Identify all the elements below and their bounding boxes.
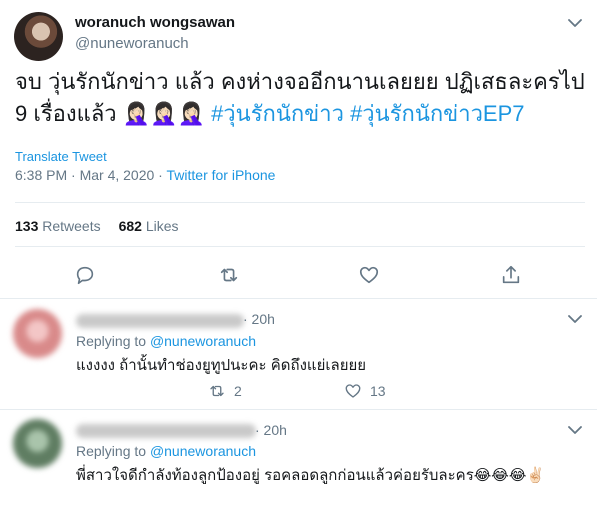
retweets-stat[interactable]: 133 Retweets bbox=[15, 218, 101, 234]
replying-to: Replying to @nuneworanuch bbox=[76, 333, 256, 349]
divider bbox=[15, 202, 585, 203]
tweet-text-plain: 9 เรื่องแล้ว 🤦🏻‍♀️🤦🏻‍♀️🤦🏻‍♀️ bbox=[15, 101, 212, 126]
tweet-text-line-1: จบ วุ่นรักนักข่าว แล้ว คงห่างจออีกนานเลย… bbox=[15, 69, 585, 94]
retweets-count: 133 bbox=[15, 218, 39, 234]
chevron-down-icon[interactable] bbox=[568, 314, 582, 324]
tweet-text: จบ วุ่นรักนักข่าว แล้ว คงห่างจออีกนานเลย… bbox=[15, 66, 585, 130]
likes-count: 682 bbox=[118, 218, 142, 234]
likes-label: Likes bbox=[145, 218, 179, 234]
divider bbox=[15, 246, 585, 247]
reply-time[interactable]: · 20h bbox=[255, 422, 287, 438]
tweet-source[interactable]: Twitter for iPhone bbox=[167, 167, 276, 183]
reply-retweet-count: 2 bbox=[234, 383, 242, 399]
author-avatar[interactable] bbox=[14, 12, 63, 61]
like-icon bbox=[345, 384, 361, 398]
author-handle[interactable]: @nuneworanuch bbox=[75, 35, 189, 52]
reply-text: พี่สาวใจดีกำลังท้องลูกป้องอยู่ รอคลอดลูก… bbox=[76, 467, 546, 484]
like-icon[interactable] bbox=[358, 264, 380, 286]
replying-to: Replying to @nuneworanuch bbox=[76, 443, 256, 459]
reply-avatar[interactable] bbox=[13, 309, 62, 358]
hashtag-link[interactable]: #วุ่นรักนักข่าวEP7 bbox=[350, 101, 524, 126]
retweets-label: Retweets bbox=[42, 218, 101, 234]
translate-tweet-link[interactable]: Translate Tweet bbox=[15, 149, 107, 164]
reply-retweet-action[interactable]: 2 bbox=[208, 382, 242, 400]
reply-avatar[interactable] bbox=[13, 419, 62, 468]
tweet-timestamp[interactable]: 6:38 PM · Mar 4, 2020 bbox=[15, 167, 154, 183]
mention-link[interactable]: @nuneworanuch bbox=[150, 443, 256, 459]
replying-prefix: Replying to bbox=[76, 333, 150, 349]
reply-like-count: 13 bbox=[370, 383, 386, 399]
tweet-meta: 6:38 PM · Mar 4, 2020 · Twitter for iPho… bbox=[15, 167, 275, 183]
retweet-icon[interactable] bbox=[218, 264, 240, 286]
tweet-stats: 133 Retweets 682 Likes bbox=[15, 218, 179, 234]
chevron-down-icon[interactable] bbox=[568, 18, 582, 28]
chevron-down-icon[interactable] bbox=[568, 425, 582, 435]
reply-author-name-blurred[interactable] bbox=[76, 424, 256, 438]
retweet-icon bbox=[210, 385, 224, 397]
meta-separator: · bbox=[154, 167, 167, 183]
divider bbox=[0, 409, 597, 410]
reply-text: แงงงง ถ้านั้นทำช่องยูทูปนะคะ คิดถึงแย่เล… bbox=[76, 357, 367, 374]
share-icon[interactable] bbox=[500, 264, 522, 286]
tweet-text-line-2: 9 เรื่องแล้ว 🤦🏻‍♀️🤦🏻‍♀️🤦🏻‍♀️ #วุ่นรักนัก… bbox=[15, 98, 585, 130]
reply-icon[interactable] bbox=[74, 264, 96, 286]
divider bbox=[0, 298, 597, 299]
hashtag-link[interactable]: #วุ่นรักนักข่าว bbox=[211, 101, 344, 126]
reply-time[interactable]: · 20h bbox=[243, 311, 275, 327]
likes-stat[interactable]: 682 Likes bbox=[119, 218, 179, 234]
mention-link[interactable]: @nuneworanuch bbox=[150, 333, 256, 349]
reply-author-name-blurred[interactable] bbox=[76, 314, 244, 328]
replying-prefix: Replying to bbox=[76, 443, 150, 459]
author-display-name[interactable]: woranuch wongsawan bbox=[75, 14, 235, 31]
reply-like-action[interactable]: 13 bbox=[344, 382, 386, 400]
